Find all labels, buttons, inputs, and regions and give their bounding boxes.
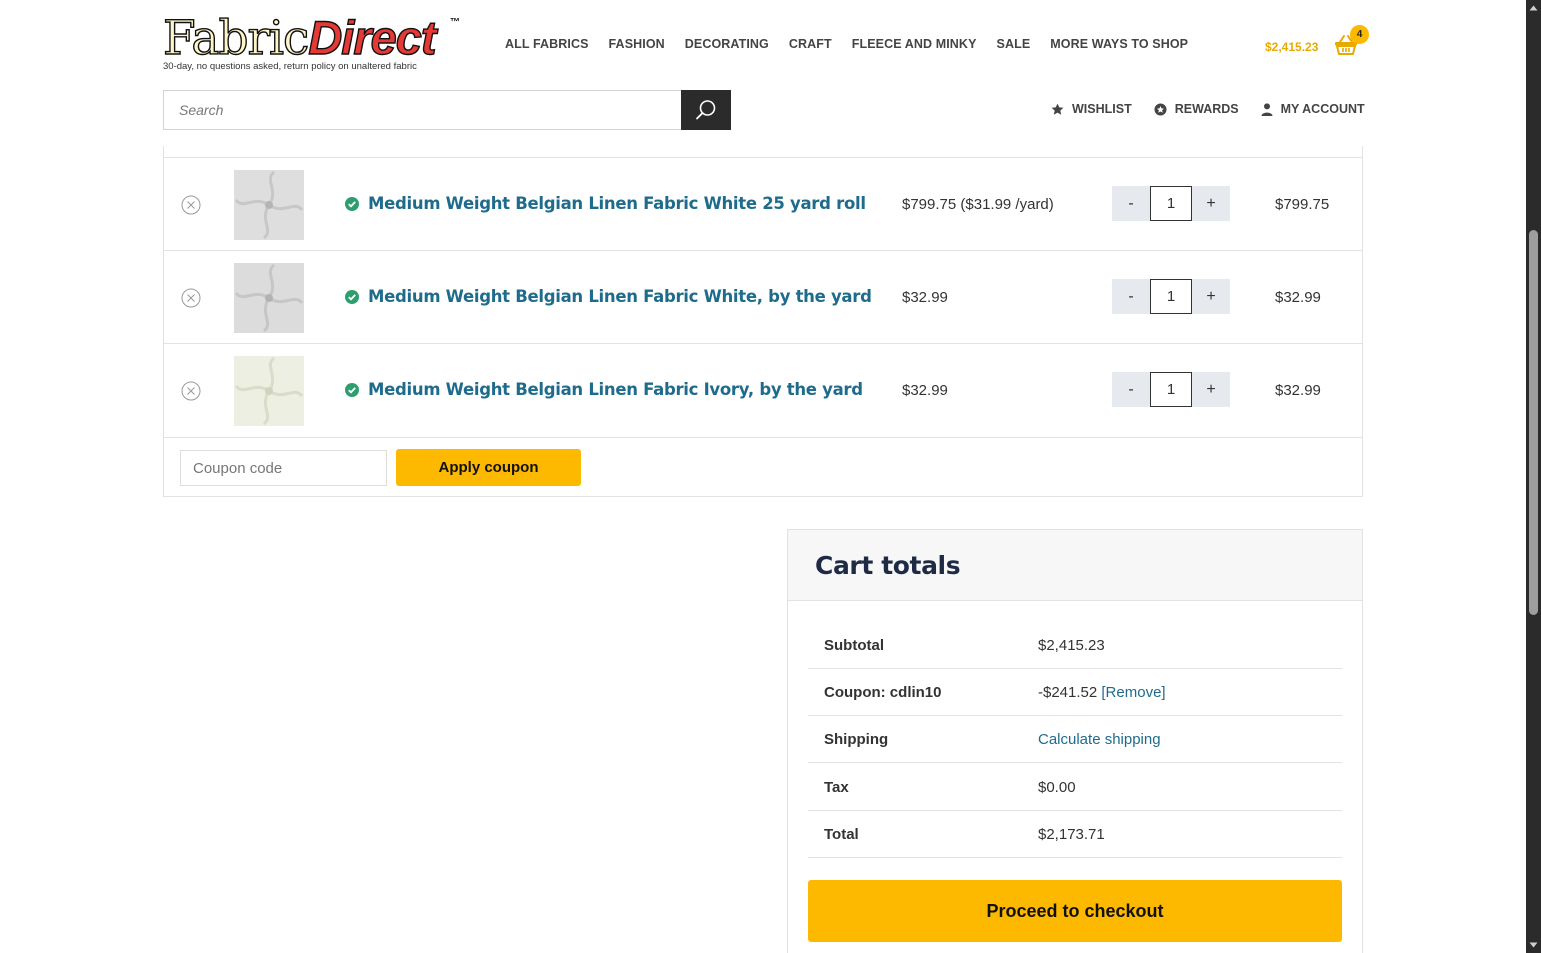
- in-stock-check-icon: [345, 382, 359, 397]
- line-subtotal: $799.75: [1275, 196, 1330, 213]
- scroll-down-arrow-icon[interactable]: [1526, 939, 1541, 951]
- rewards-link[interactable]: REWARDS: [1154, 102, 1239, 116]
- product-name: Medium Weight Belgian Linen Fabric White…: [345, 287, 872, 306]
- logo[interactable]: FabricDirect ™ 30-day, no questions aske…: [162, 11, 468, 74]
- tax-label: Tax: [824, 779, 849, 796]
- cart-totals-title: Cart totals: [815, 551, 961, 580]
- my-account-link[interactable]: MY ACCOUNT: [1261, 102, 1365, 116]
- star-icon: [1051, 103, 1064, 115]
- quantity-stepper[interactable]: - +: [1112, 279, 1230, 314]
- account-nav: WISHLIST REWARDS MY ACCOUNT: [1051, 102, 1365, 116]
- quantity-stepper[interactable]: - +: [1112, 372, 1230, 407]
- logo-trademark: ™: [450, 17, 460, 28]
- nav-more-ways-to-shop[interactable]: MORE WAYS TO SHOP: [1050, 37, 1188, 51]
- qty-input[interactable]: [1150, 372, 1192, 407]
- qty-input[interactable]: [1150, 279, 1192, 314]
- wishlist-link[interactable]: WISHLIST: [1051, 102, 1132, 116]
- line-subtotal: $32.99: [1275, 382, 1321, 399]
- qty-minus-button[interactable]: -: [1112, 372, 1150, 407]
- shipping-value: Calculate shipping: [1038, 731, 1161, 748]
- scroll-up-arrow-icon[interactable]: [1526, 2, 1541, 14]
- qty-input[interactable]: [1150, 186, 1192, 221]
- cart-count-badge: 4: [1350, 25, 1369, 44]
- product-price: $32.99: [902, 382, 948, 399]
- search-icon: [696, 100, 716, 120]
- totals-row-total: Total $2,173.71: [808, 811, 1342, 858]
- quantity-stepper[interactable]: - +: [1112, 186, 1230, 221]
- product-link[interactable]: Medium Weight Belgian Linen Fabric White…: [368, 287, 872, 306]
- totals-row-coupon: Coupon: cdlin10 -$241.52 [Remove]: [808, 669, 1342, 716]
- coupon-code-input[interactable]: [180, 450, 387, 486]
- qty-plus-button[interactable]: +: [1192, 279, 1230, 314]
- subtotal-label: Subtotal: [824, 637, 884, 654]
- product-link[interactable]: Medium Weight Belgian Linen Fabric White…: [368, 194, 866, 213]
- coupon-row: Apply coupon: [164, 437, 1362, 496]
- nav-sale[interactable]: SALE: [997, 37, 1031, 51]
- scrollbar-thumb[interactable]: [1529, 230, 1538, 615]
- tax-value: $0.00: [1038, 779, 1076, 796]
- line-subtotal: $32.99: [1275, 289, 1321, 306]
- product-name: Medium Weight Belgian Linen Fabric Ivory…: [345, 380, 863, 399]
- main-nav: ALL FABRICS FASHION DECORATING CRAFT FLE…: [505, 37, 1188, 51]
- page-scrollbar[interactable]: [1526, 0, 1541, 953]
- site-header: FabricDirect ™ 30-day, no questions aske…: [0, 0, 1526, 146]
- product-price: $799.75 ($31.99 /yard): [902, 196, 1054, 213]
- totals-row-subtotal: Subtotal $2,415.23: [808, 622, 1342, 669]
- qty-plus-button[interactable]: +: [1192, 372, 1230, 407]
- total-value: $2,173.71: [1038, 826, 1105, 843]
- product-thumbnail[interactable]: [234, 356, 304, 426]
- total-label: Total: [824, 826, 859, 843]
- product-thumbnail[interactable]: [234, 170, 304, 240]
- nav-fleece-and-minky[interactable]: FLEECE AND MINKY: [852, 37, 977, 51]
- nav-decorating[interactable]: DECORATING: [685, 37, 769, 51]
- search-input[interactable]: [163, 90, 683, 130]
- nav-all-fabrics[interactable]: ALL FABRICS: [505, 37, 589, 51]
- in-stock-check-icon: [345, 196, 359, 211]
- coupon-discount: -$241.52: [1038, 684, 1098, 701]
- qty-minus-button[interactable]: -: [1112, 186, 1150, 221]
- proceed-to-checkout-button[interactable]: Proceed to checkout: [808, 880, 1342, 942]
- qty-plus-button[interactable]: +: [1192, 186, 1230, 221]
- product-link[interactable]: Medium Weight Belgian Linen Fabric Ivory…: [368, 380, 863, 399]
- header-cart-total[interactable]: $2,415.23: [1265, 40, 1318, 54]
- subtotal-value: $2,415.23: [1038, 637, 1105, 654]
- totals-row-tax: Tax $0.00: [808, 764, 1342, 811]
- logo-tagline: 30-day, no questions asked, return polic…: [163, 61, 417, 72]
- cart-table: Medium Weight Belgian Linen Fabric White…: [163, 63, 1363, 497]
- cart-totals: Cart totals Subtotal $2,415.23 Coupon: c…: [787, 529, 1363, 953]
- remove-item-icon[interactable]: [181, 381, 201, 401]
- coupon-value: -$241.52 [Remove]: [1038, 684, 1166, 701]
- search-button[interactable]: [681, 90, 731, 130]
- cart-row: Medium Weight Belgian Linen Fabric Ivory…: [164, 343, 1362, 436]
- product-price: $32.99: [902, 289, 948, 306]
- qty-minus-button[interactable]: -: [1112, 279, 1150, 314]
- cart-totals-header: Cart totals: [788, 530, 1362, 601]
- calculate-shipping-link[interactable]: Calculate shipping: [1038, 731, 1161, 748]
- remove-item-icon[interactable]: [181, 288, 201, 308]
- cart-row: Medium Weight Belgian Linen Fabric White…: [164, 157, 1362, 250]
- apply-coupon-button[interactable]: Apply coupon: [396, 449, 581, 486]
- shipping-label: Shipping: [824, 731, 889, 748]
- product-name: Medium Weight Belgian Linen Fabric White…: [345, 194, 866, 213]
- product-thumbnail[interactable]: [234, 263, 304, 333]
- nav-craft[interactable]: CRAFT: [789, 37, 832, 51]
- user-icon: [1261, 102, 1273, 116]
- remove-coupon-link[interactable]: [Remove]: [1101, 684, 1165, 701]
- remove-item-icon[interactable]: [181, 195, 201, 215]
- nav-fashion[interactable]: FASHION: [609, 37, 665, 51]
- logo-wordmark: FabricDirect: [162, 11, 437, 66]
- totals-row-shipping: Shipping Calculate shipping: [808, 716, 1342, 763]
- coupon-label: Coupon: cdlin10: [824, 684, 942, 701]
- rewards-icon: [1154, 103, 1167, 115]
- cart-row: Medium Weight Belgian Linen Fabric White…: [164, 250, 1362, 343]
- in-stock-check-icon: [345, 289, 359, 304]
